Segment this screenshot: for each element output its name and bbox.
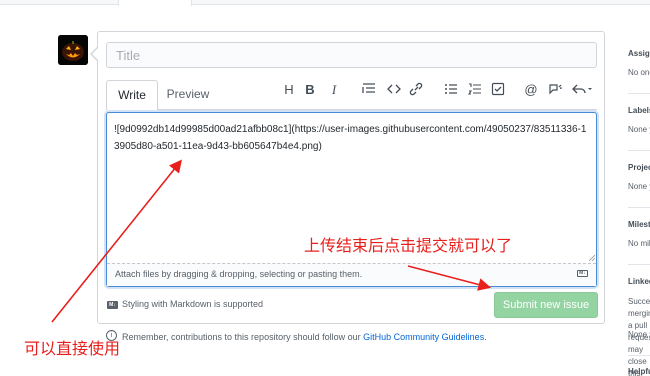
heading-icon[interactable]: H (281, 82, 297, 98)
sidebar-value-assignees: No one (628, 68, 650, 77)
numbered-list-icon[interactable] (467, 82, 483, 98)
sidebar-heading-projects[interactable]: Projects (628, 163, 650, 172)
link-icon[interactable] (408, 82, 424, 98)
sidebar-divider (628, 355, 650, 356)
community-guidelines-link[interactable]: GitHub Community Guidelines (363, 332, 484, 342)
sidebar-divider (628, 93, 650, 94)
sidebar-heading-milestone[interactable]: Milestone (628, 220, 650, 229)
tab-divider (106, 109, 597, 110)
contribution-note: Remember, contributions to this reposito… (122, 332, 487, 342)
bulleted-list-icon[interactable] (443, 82, 459, 98)
tab-write[interactable]: Write (106, 80, 158, 110)
top-tab-strip (0, 0, 650, 5)
sidebar-heading-linked-prs: Linked pull requests (628, 277, 650, 286)
reply-icon[interactable] (571, 82, 593, 98)
resize-handle-icon[interactable] (589, 255, 595, 261)
contribution-note-prefix: Remember, contributions to this reposito… (122, 332, 361, 342)
markdown-icon: M↓ (577, 270, 588, 277)
annotation-upload-done: 上传结束后点击提交就可以了 (304, 236, 513, 255)
sidebar-heading-assignees[interactable]: Assignees (628, 49, 650, 58)
sidebar-divider (628, 207, 650, 208)
pumpkin-avatar-icon (58, 35, 88, 65)
sidebar-value-linked-none: None yet (628, 330, 650, 339)
markdown-logo-icon: M↓ (107, 301, 118, 309)
annotation-use-directly: 可以直接使用 (24, 339, 121, 358)
issue-body-text[interactable]: ![9d0992db14d99985d00ad21afbb08c1](https… (114, 121, 590, 155)
tab-preview[interactable]: Preview (160, 80, 216, 110)
issue-sidebar: Assignees No one Labels None yet Project… (617, 0, 650, 376)
sidebar-heading-labels[interactable]: Labels (628, 106, 650, 115)
reference-icon[interactable] (547, 82, 563, 98)
contribution-note-suffix: . (484, 332, 487, 342)
sidebar-value-milestone: No milestone (628, 239, 650, 248)
issue-title-input[interactable] (106, 42, 597, 68)
sidebar-divider (628, 150, 650, 151)
task-list-icon[interactable] (490, 82, 506, 98)
markdown-support-note[interactable]: Styling with Markdown is supported (122, 299, 263, 309)
code-icon[interactable] (386, 82, 402, 98)
submit-new-issue-button[interactable]: Submit new issue (494, 292, 598, 318)
sidebar-divider (628, 264, 650, 265)
top-active-tab[interactable] (118, 0, 192, 6)
avatar[interactable] (58, 35, 88, 65)
mention-icon[interactable]: @ (523, 82, 539, 98)
italic-icon[interactable]: I (326, 82, 342, 98)
quote-icon[interactable] (361, 82, 377, 98)
sidebar-value-projects: None yet (628, 182, 650, 191)
attach-files-text[interactable]: Attach files by dragging & dropping, sel… (115, 269, 362, 279)
sidebar-heading-helpful: Helpful resources (628, 367, 650, 376)
comment-card-pointer-inner (92, 48, 98, 60)
bold-icon[interactable]: B (302, 82, 318, 98)
sidebar-value-labels: None yet (628, 125, 650, 134)
